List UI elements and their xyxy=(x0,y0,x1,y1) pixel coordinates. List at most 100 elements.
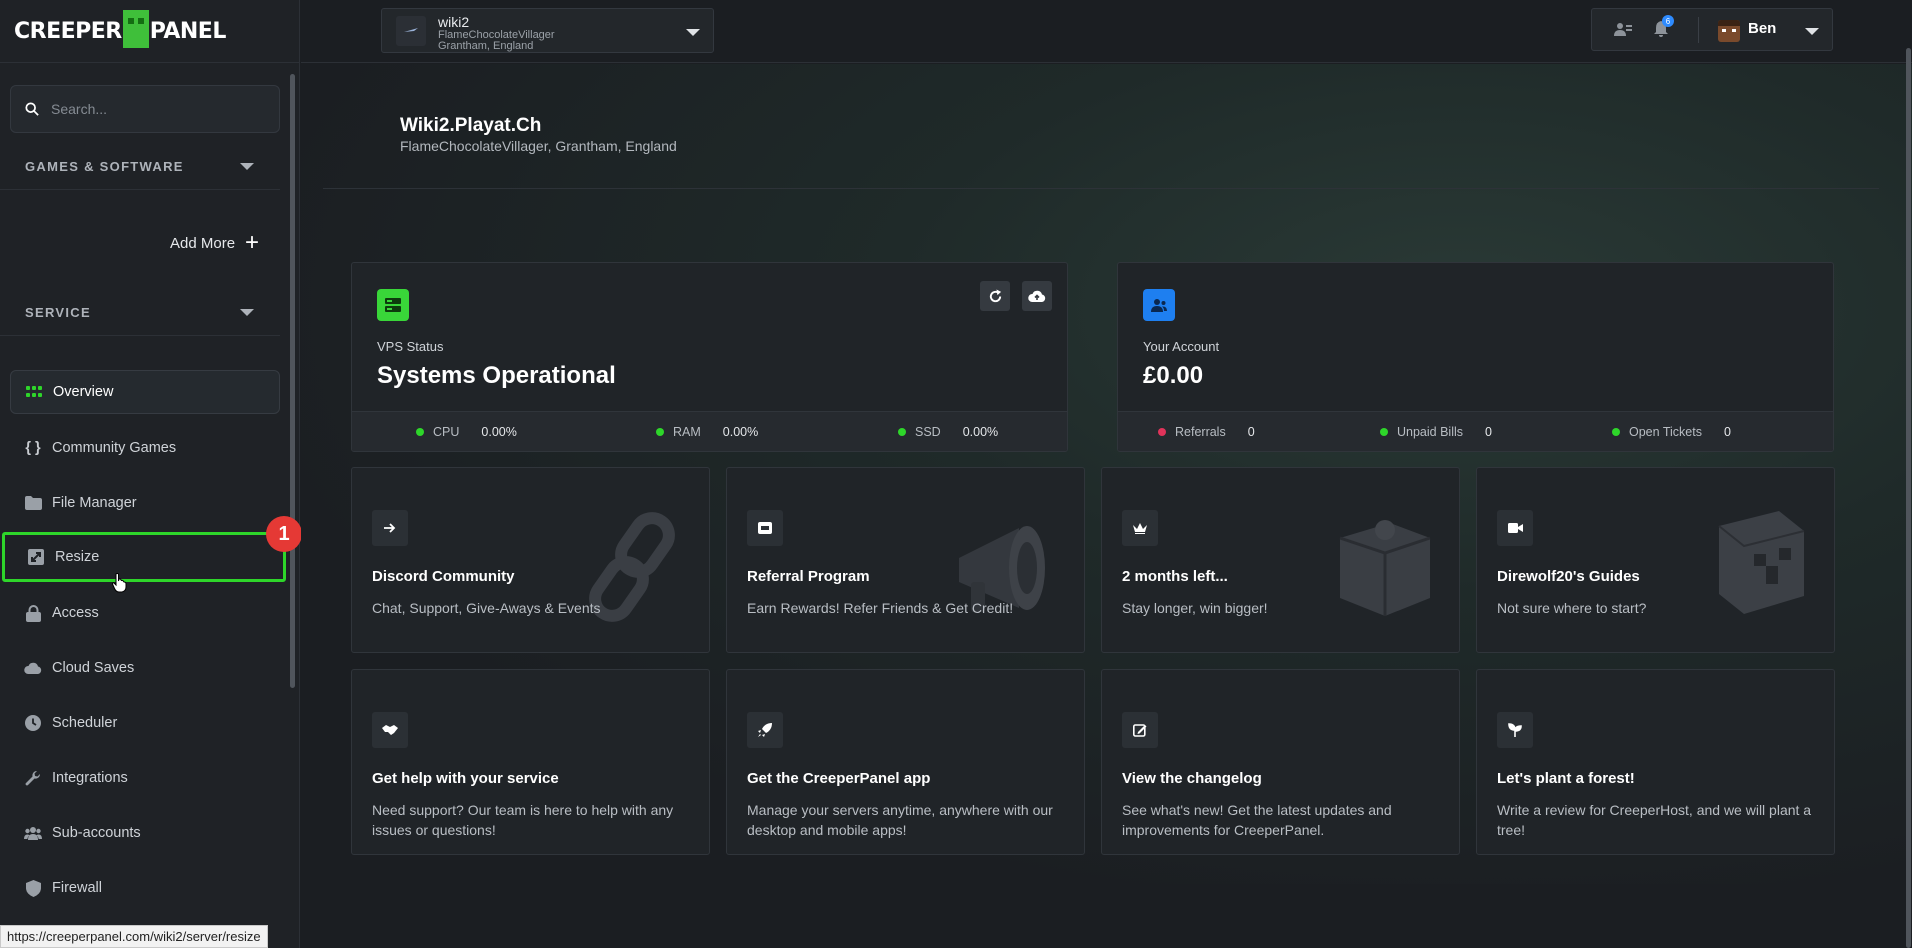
sidebar-scrollbar[interactable] xyxy=(290,74,295,688)
sidebar-item-firewall[interactable]: Firewall xyxy=(10,866,280,910)
card-title: Referral Program xyxy=(747,568,870,585)
grid-icon xyxy=(25,383,43,401)
card-referral-program[interactable]: Referral Program Earn Rewards! Refer Fri… xyxy=(726,467,1085,653)
logo-text-left: CREEPER xyxy=(14,18,122,44)
sidebar-item-label: Scheduler xyxy=(52,715,118,731)
creeperpanel-logo[interactable]: CREEPER PANEL xyxy=(0,0,299,63)
metric-value: 0.00% xyxy=(962,425,999,439)
sidebar: CREEPER PANEL GAMES & SOFTWARE Add More +… xyxy=(0,0,300,948)
card-text: See what's new! Get the latest updates a… xyxy=(1122,802,1392,838)
status-bar-url: https://creeperpanel.com/wiki2/server/re… xyxy=(0,925,268,948)
card-text: Earn Rewards! Refer Friends & Get Credit… xyxy=(747,600,1014,616)
metric-value: 0 xyxy=(1485,425,1492,439)
cloud-upload-icon xyxy=(1028,290,1046,302)
notification-count: 6 xyxy=(1662,15,1674,27)
metric-referrals[interactable]: Referrals 0 xyxy=(1158,425,1255,439)
avatar[interactable] xyxy=(1718,20,1740,42)
card-title: 2 months left... xyxy=(1122,568,1228,585)
page-title: Wiki2.Playat.Ch xyxy=(400,115,542,136)
search-input[interactable] xyxy=(51,101,251,117)
plus-icon: + xyxy=(245,229,260,256)
main-scrollbar[interactable] xyxy=(1906,48,1911,948)
chevron-down-icon xyxy=(686,29,700,36)
sidebar-item-sub-accounts[interactable]: Sub-accounts xyxy=(10,811,280,855)
sidebar-item-cloud-saves[interactable]: Cloud Saves xyxy=(10,646,280,690)
card-plant-forest[interactable]: Let's plant a forest! Write a review for… xyxy=(1476,669,1835,855)
metric-unpaid-bills[interactable]: Unpaid Bills 0 xyxy=(1380,425,1492,439)
metric-name: Unpaid Bills xyxy=(1397,425,1464,439)
card-title: View the changelog xyxy=(1122,770,1262,787)
vps-status-label: VPS Status xyxy=(377,339,444,354)
card-discord-community[interactable]: Discord Community Chat, Support, Give-Aw… xyxy=(351,467,710,653)
card-title: Discord Community xyxy=(372,568,515,585)
divider xyxy=(1698,17,1699,43)
arrow-right-icon xyxy=(372,510,408,546)
vps-status-value: Systems Operational xyxy=(377,362,616,389)
resize-icon xyxy=(27,548,45,566)
status-dot xyxy=(898,428,906,436)
hero-divider xyxy=(323,188,1879,189)
metric-ssd: SSD 0.00% xyxy=(898,425,998,439)
metric-value: 0.00% xyxy=(722,425,759,439)
section-games-label: GAMES & SOFTWARE xyxy=(25,159,184,174)
sidebar-item-access[interactable]: Access xyxy=(10,591,280,635)
card-title: Get help with your service xyxy=(372,770,559,787)
vps-status-card: VPS Status Systems Operational CPU 0.00%… xyxy=(351,262,1068,452)
sidebar-item-scheduler[interactable]: Scheduler xyxy=(10,701,280,745)
status-dot xyxy=(656,428,664,436)
card-changelog[interactable]: View the changelog See what's new! Get t… xyxy=(1101,669,1460,855)
card-title: Get the CreeperPanel app xyxy=(747,770,931,787)
search-box[interactable] xyxy=(10,85,280,133)
users-icon xyxy=(24,824,42,842)
card-get-help[interactable]: Get help with your service Need support?… xyxy=(351,669,710,855)
add-more-label: Add More xyxy=(170,234,236,252)
metric-cpu: CPU 0.00% xyxy=(416,425,517,439)
card-title: Let's plant a forest! xyxy=(1497,770,1635,787)
card-direwolf-guides[interactable]: Direwolf20's Guides Not sure where to st… xyxy=(1476,467,1835,653)
sidebar-item-resize[interactable]: Resize xyxy=(2,532,286,582)
rocket-icon xyxy=(747,712,783,748)
metric-value: 0.00% xyxy=(481,425,517,439)
account-metrics: Referrals 0 Unpaid Bills 0 Open Tickets … xyxy=(1118,411,1833,451)
search-icon xyxy=(25,102,39,116)
chevron-down-icon xyxy=(1805,28,1819,35)
refresh-button[interactable] xyxy=(980,281,1010,311)
sidebar-item-label: Cloud Saves xyxy=(52,660,135,676)
edit-icon xyxy=(1122,712,1158,748)
metric-name: Referrals xyxy=(1175,425,1226,439)
sidebar-item-label: Firewall xyxy=(52,880,102,896)
sidebar-item-community-games[interactable]: { } Community Games xyxy=(10,426,280,470)
card-get-app[interactable]: Get the CreeperPanel app Manage your ser… xyxy=(726,669,1085,855)
sidebar-item-overview[interactable]: Overview xyxy=(10,370,280,414)
card-text: Manage your servers anytime, anywhere wi… xyxy=(747,802,1053,838)
cloud-backup-button[interactable] xyxy=(1022,281,1052,311)
sidebar-item-label: File Manager xyxy=(52,495,137,511)
add-more-button[interactable]: Add More + xyxy=(170,230,259,256)
sidebar-item-label: Sub-accounts xyxy=(52,825,141,841)
ticket-icon xyxy=(747,510,783,546)
section-games-software[interactable]: GAMES & SOFTWARE xyxy=(0,144,280,190)
sidebar-item-integrations[interactable]: Integrations xyxy=(10,756,280,800)
sidebar-item-file-manager[interactable]: File Manager xyxy=(10,481,280,525)
server-selector[interactable]: wiki2 FlameChocolateVillager Grantham, E… xyxy=(381,8,714,53)
handshake-icon xyxy=(372,712,408,748)
user-menu[interactable]: 6 Ben xyxy=(1591,8,1833,51)
section-service[interactable]: SERVICE xyxy=(0,290,280,336)
sidebar-item-label: Resize xyxy=(55,549,100,565)
card-text: Chat, Support, Give-Aways & Events xyxy=(372,600,601,616)
refresh-icon xyxy=(989,288,1001,302)
card-months-left[interactable]: 2 months left... Stay longer, win bigger… xyxy=(1101,467,1460,653)
shield-icon xyxy=(24,879,42,897)
logo-text-right: PANEL xyxy=(149,18,227,44)
hand-cursor-icon xyxy=(112,573,127,593)
sprout-icon xyxy=(1497,712,1533,748)
cloud-icon xyxy=(24,659,42,677)
sidebar-item-label: Community Games xyxy=(52,440,177,456)
chevron-down-icon xyxy=(240,163,254,170)
metric-name: SSD xyxy=(915,425,941,439)
metric-open-tickets[interactable]: Open Tickets 0 xyxy=(1612,425,1731,439)
metric-value: 0 xyxy=(1247,425,1255,439)
card-text: Write a review for CreeperHost, and we w… xyxy=(1497,802,1812,838)
contacts-icon[interactable] xyxy=(1614,22,1632,36)
sidebar-item-label: Integrations xyxy=(52,770,128,786)
